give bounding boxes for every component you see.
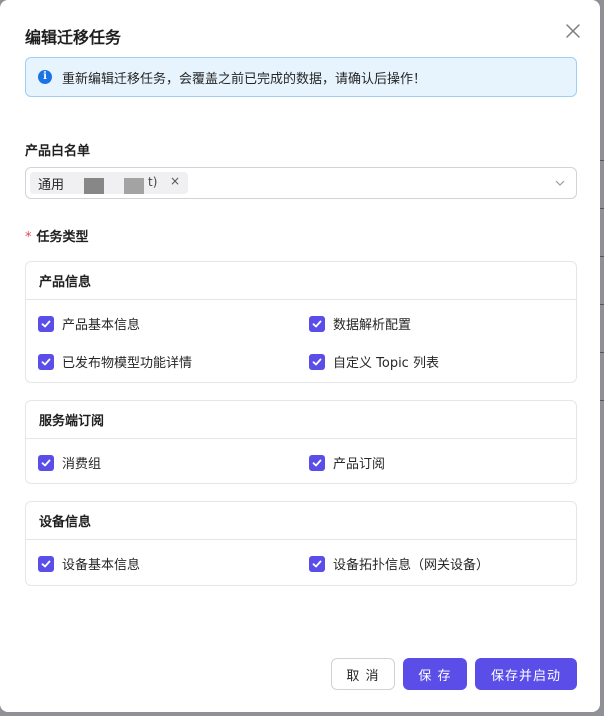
checkbox-device-basic-info[interactable]: 设备基本信息 (38, 554, 140, 573)
group-title: 服务端订阅 (26, 401, 576, 439)
checkmark-icon (41, 560, 51, 567)
cancel-button[interactable]: 取 消 (331, 658, 395, 690)
task-type-label: * 任务类型 (25, 226, 89, 245)
warning-alert: i 重新编辑迁移任务，会覆盖之前已完成的数据，请确认后操作！ (25, 57, 577, 97)
checkbox-label: 设备拓扑信息（网关设备） (333, 558, 490, 573)
group-title: 产品信息 (26, 262, 576, 300)
chevron-down-icon (555, 180, 565, 186)
checkmark-icon (41, 459, 51, 466)
tag-remove-icon[interactable]: × (170, 174, 180, 188)
checkbox-published-model-details[interactable]: 已发布物模型功能详情 (38, 352, 192, 371)
checkbox-checked[interactable] (38, 315, 54, 332)
close-icon (566, 24, 580, 38)
checkmark-icon (312, 320, 322, 327)
checkbox-data-parsing-config[interactable]: 数据解析配置 (309, 314, 411, 333)
alert-text: 重新编辑迁移任务，会覆盖之前已完成的数据，请确认后操作！ (62, 71, 427, 87)
checkbox-checked[interactable] (38, 555, 54, 572)
group-title: 设备信息 (26, 502, 576, 540)
checkmark-icon (312, 358, 322, 365)
group-device-info: 设备信息 设备基本信息 设备拓扑信息（网关设备） (25, 501, 577, 586)
checkbox-checked[interactable] (309, 454, 325, 471)
checkmark-icon (312, 560, 322, 567)
checkbox-label: 消费组 (62, 457, 102, 472)
checkbox-label: 自定义 Topic 列表 (333, 356, 439, 371)
redacted-block (84, 178, 104, 194)
info-icon: i (38, 70, 52, 84)
tag-label-tail: t) (148, 175, 158, 189)
edit-migration-dialog: 编辑迁移任务 i 重新编辑迁移任务，会覆盖之前已完成的数据，请确认后操作！ 产品… (0, 0, 600, 712)
checkbox-checked[interactable] (309, 315, 325, 332)
save-button[interactable]: 保 存 (403, 658, 467, 690)
group-product-info: 产品信息 产品基本信息 数据解析配置 已发布物模型功能详情 自定义 Topic … (25, 261, 577, 383)
checkbox-checked[interactable] (309, 555, 325, 572)
checkbox-custom-topic-list[interactable]: 自定义 Topic 列表 (309, 352, 439, 371)
checkmark-icon (312, 459, 322, 466)
selected-product-tag: 通用 t) × (30, 172, 188, 194)
checkbox-label: 数据解析配置 (333, 318, 412, 333)
checkbox-label: 产品基本信息 (62, 318, 141, 333)
checkbox-checked[interactable] (38, 454, 54, 471)
checkbox-label: 已发布物模型功能详情 (62, 356, 193, 371)
redacted-block (124, 178, 144, 194)
save-and-start-button[interactable]: 保存并启动 (475, 658, 577, 690)
checkbox-label: 设备基本信息 (62, 558, 141, 573)
checkmark-icon (41, 320, 51, 327)
checkbox-consumer-group[interactable]: 消费组 (38, 453, 101, 472)
whitelist-label: 产品白名单 (25, 144, 91, 159)
checkmark-icon (41, 358, 51, 365)
checkbox-checked[interactable] (309, 353, 325, 370)
checkbox-product-basic-info[interactable]: 产品基本信息 (38, 314, 140, 333)
checkbox-label: 产品订阅 (333, 457, 386, 472)
checkbox-product-subscription[interactable]: 产品订阅 (309, 453, 385, 472)
dialog-title: 编辑迁移任务 (25, 28, 122, 47)
product-whitelist-select[interactable]: 通用 t) × (25, 167, 577, 199)
task-type-text: 任务类型 (36, 230, 89, 245)
checkbox-checked[interactable] (38, 353, 54, 370)
group-server-subscription: 服务端订阅 消费组 产品订阅 (25, 400, 577, 484)
required-mark: * (25, 230, 32, 245)
tag-label: 通用 (38, 177, 65, 193)
checkbox-device-topology-info[interactable]: 设备拓扑信息（网关设备） (309, 554, 489, 573)
close-button[interactable] (562, 20, 584, 42)
